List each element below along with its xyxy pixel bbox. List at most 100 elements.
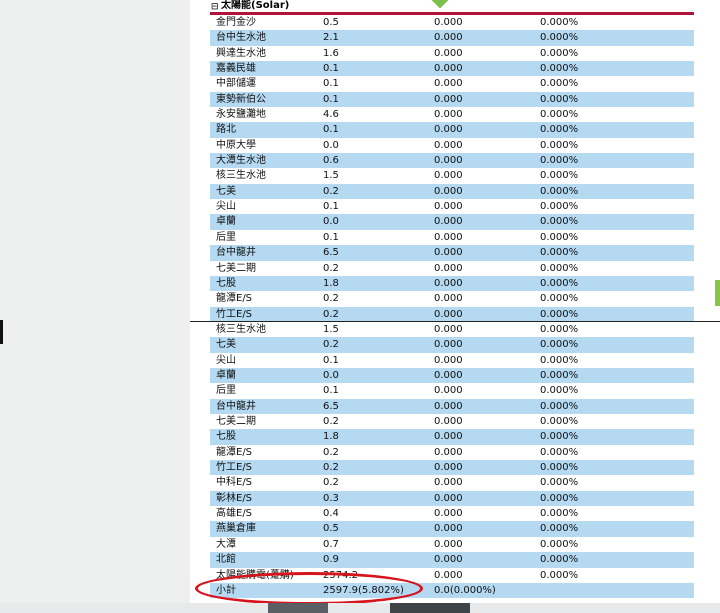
capacity-value: 0.2 — [323, 262, 339, 274]
generation-value: 0.000 — [434, 155, 463, 167]
section-title: 太陽能(Solar) — [221, 0, 290, 11]
capacity-value: 0.1 — [323, 354, 339, 366]
generation-value: 0.000 — [434, 78, 463, 90]
capacity-value: 0.0 — [323, 216, 339, 228]
ratio-value: 0.000% — [540, 124, 579, 136]
capacity-value: 0.1 — [323, 93, 339, 105]
generation-value: 0.000 — [434, 32, 463, 44]
station-name: 金門金沙 — [216, 17, 256, 28]
station-name: 台中龍井 — [216, 400, 256, 412]
capacity-value: 0.0 — [323, 370, 339, 382]
generation-value: 0.000 — [434, 446, 463, 458]
ratio-value: 0.000% — [540, 216, 579, 228]
ratio-value: 0.000% — [540, 47, 579, 59]
station-name: 七股 — [216, 277, 236, 289]
generation-value: 0.000 — [434, 508, 463, 520]
minus-box-icon[interactable]: ⊟ — [211, 1, 219, 13]
station-name: 龍潭E/S — [216, 446, 253, 458]
ratio-value: 0.000% — [540, 431, 579, 443]
table-row: 路北 0.1 0.000 0.000% — [210, 122, 694, 138]
ratio-value: 0.000% — [540, 247, 579, 259]
table-row: 中原大學 0.0 0.000 0.000% — [210, 138, 694, 153]
table-row: 台中生水池 2.1 0.000 0.000% — [210, 30, 694, 46]
capacity-value: 1.8 — [323, 431, 339, 443]
generation-value: 0.000 — [434, 47, 463, 59]
station-name: 卓蘭 — [216, 216, 236, 228]
generation-value: 0.000 — [434, 416, 463, 428]
capacity-value: 6.5 — [323, 400, 339, 412]
ratio-value: 0.000% — [540, 538, 579, 550]
table-body-top: 金門金沙 0.5 0.000 0.000% 台中生水池 2.1 0.000 0.000% 興達生… — [190, 15, 696, 321]
capacity-value: 0.1 — [323, 124, 339, 136]
generation-value: 0.000 — [434, 569, 463, 581]
capacity-value: 1.5 — [323, 324, 339, 335]
table-row: 七美二期 0.2 0.000 0.000% — [210, 414, 694, 429]
table-row: 金門金沙 0.5 0.000 0.000% — [210, 15, 694, 30]
generation-value: 0.000 — [434, 262, 463, 274]
ratio-value: 0.000% — [540, 201, 579, 213]
table-pane-bottom: 核三生水池 1.5 0.000 0.000% 七美 0.2 0.000 0.000% 尖山 0.1… — [190, 322, 696, 603]
ratio-value: 0.000% — [540, 185, 579, 197]
station-name: 中科E/S — [216, 477, 253, 489]
ratio-value: 0.000% — [540, 17, 579, 28]
section-header: ⊟ 太陽能(Solar) — [190, 0, 696, 12]
capacity-value: 0.1 — [323, 231, 339, 243]
table-row: 龍潭E/S 0.2 0.000 0.000% — [210, 291, 694, 306]
ratio-value: 0.000% — [540, 78, 579, 90]
table-row: 龍潭E/S 0.2 0.000 0.000% — [210, 445, 694, 460]
ratio-value: 0.000% — [540, 231, 579, 243]
table-row: 核三生水池 1.5 0.000 0.000% — [210, 322, 694, 337]
table-row: 竹工E/S 0.2 0.000 0.000% — [210, 460, 694, 476]
table-row: 七美二期 0.2 0.000 0.000% — [210, 261, 694, 276]
table-row: 卓蘭 0.0 0.000 0.000% — [210, 214, 694, 230]
generation-value: 0.000 — [434, 492, 463, 504]
capacity-value: 0.2 — [323, 308, 339, 320]
generation-value: 0.000 — [434, 462, 463, 474]
table-row: 燕巢倉庫 0.5 0.000 0.000% — [210, 521, 694, 537]
station-name: 七美二期 — [216, 262, 256, 274]
station-name: 七美 — [216, 339, 236, 351]
station-name: 卓蘭 — [216, 370, 236, 382]
capacity-value: 0.9 — [323, 554, 339, 566]
scroll-tab[interactable] — [715, 280, 720, 306]
left-background — [0, 0, 190, 613]
ratio-value: 0.000% — [540, 477, 579, 489]
table-row: 永安鹽灘地 4.6 0.000 0.000% — [210, 107, 694, 122]
table-row: 核三生水池 1.5 0.000 0.000% — [210, 168, 694, 183]
ratio-value: 0.000% — [540, 277, 579, 289]
station-name: 高雄E/S — [216, 508, 253, 520]
ratio-value: 0.000% — [540, 569, 579, 581]
station-name: 大潭生水池 — [216, 155, 266, 167]
station-name: 七美二期 — [216, 416, 256, 428]
capacity-value: 0.2 — [323, 293, 339, 305]
ratio-value: 0.000% — [540, 385, 579, 397]
ratio-value: 0.000% — [540, 139, 579, 151]
table-row: 竹工E/S 0.2 0.000 0.000% — [210, 306, 694, 321]
ratio-value: 0.000% — [540, 446, 579, 458]
table-row: 高雄E/S 0.4 0.000 0.000% — [210, 506, 694, 521]
generation-value: 0.000 — [434, 247, 463, 259]
table-row: 七股 1.8 0.000 0.000% — [210, 275, 694, 292]
generation-value: 0.000 — [434, 554, 463, 566]
table-row: 七美 0.2 0.000 0.000% — [210, 183, 694, 200]
table-row: 北館 0.9 0.000 0.000% — [210, 552, 694, 568]
ratio-value: 0.000% — [540, 170, 579, 182]
generation-value: 0.000 — [434, 293, 463, 305]
station-name: 彰林E/S — [216, 492, 253, 504]
station-name: 台中生水池 — [216, 32, 266, 44]
table-row: 台中龍井 6.5 0.000 0.000% — [210, 245, 694, 261]
table-row: 東勢新伯公 0.1 0.000 0.000% — [210, 91, 694, 108]
capacity-value: 0.2 — [323, 462, 339, 474]
station-name: 北館 — [216, 554, 236, 566]
capacity-value: 1.6 — [323, 47, 339, 59]
station-name: 中部儲運 — [216, 78, 256, 90]
ratio-value: 0.000% — [540, 155, 579, 167]
generation-value: 0.000 — [434, 431, 463, 443]
taskbar-block — [390, 603, 470, 613]
capacity-value: 0.1 — [323, 63, 339, 75]
station-name: 東勢新伯公 — [216, 93, 266, 105]
station-name: 路北 — [216, 124, 236, 136]
station-name: 中原大學 — [216, 139, 256, 151]
bottom-taskbar-strip — [0, 603, 720, 613]
ratio-value: 0.000% — [540, 370, 579, 382]
